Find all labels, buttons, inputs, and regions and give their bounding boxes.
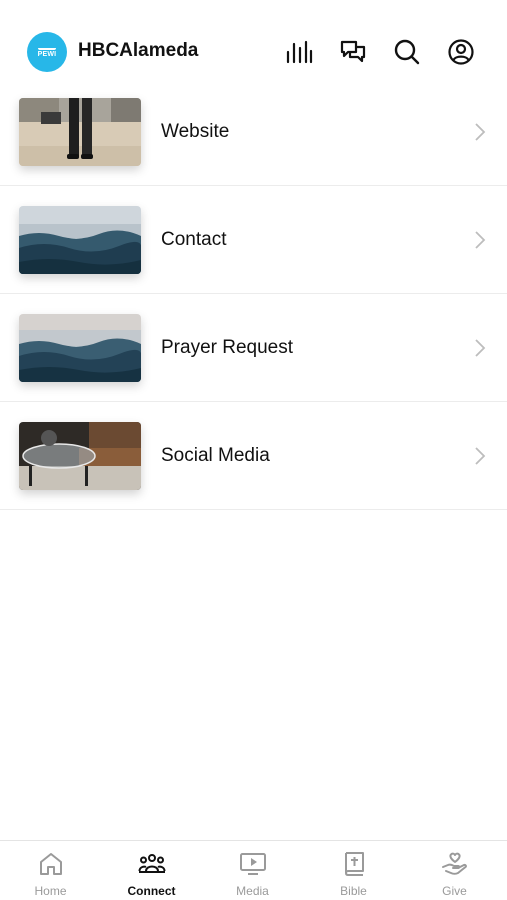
list-item-social-media[interactable]: Social Media	[0, 402, 507, 510]
chevron-right-icon	[475, 447, 486, 465]
tab-give-label: Give	[442, 884, 467, 898]
chevron-right-icon	[475, 339, 486, 357]
tab-media[interactable]: Media	[202, 841, 303, 900]
tab-home[interactable]: Home	[0, 841, 101, 900]
website-thumbnail	[19, 98, 141, 166]
chevron-right-icon	[475, 231, 486, 249]
search-icon[interactable]	[393, 38, 421, 66]
list-item-prayer-request[interactable]: Prayer Request	[0, 294, 507, 402]
social-media-label: Social Media	[161, 445, 270, 466]
tab-bible[interactable]: Bible	[303, 841, 404, 900]
tv-play-icon	[239, 853, 266, 875]
connect-list: Website Contact Prayer Request Social Me…	[0, 78, 507, 510]
chevron-right-icon	[475, 123, 486, 141]
social-media-thumbnail	[19, 422, 141, 490]
chat-icon[interactable]	[339, 38, 367, 66]
tab-bible-label: Bible	[340, 884, 367, 898]
logo-text: PEWI	[37, 50, 57, 58]
list-item-website[interactable]: Website	[0, 78, 507, 186]
bottom-tab-bar: Home Connect Media Bible Give	[0, 840, 507, 900]
contact-label: Contact	[161, 229, 227, 250]
tab-give[interactable]: Give	[404, 841, 505, 900]
tab-home-label: Home	[34, 884, 67, 898]
prayer-request-label: Prayer Request	[161, 337, 294, 358]
tab-media-label: Media	[236, 884, 269, 898]
app-title: HBCAlameda	[78, 40, 199, 61]
prayer-request-thumbnail	[19, 314, 141, 382]
list-item-contact[interactable]: Contact	[0, 186, 507, 294]
people-icon	[138, 854, 165, 873]
tab-connect-label: Connect	[127, 884, 176, 898]
audio-bars-icon[interactable]	[285, 38, 313, 66]
account-icon[interactable]	[447, 38, 475, 66]
home-icon	[39, 853, 62, 875]
contact-thumbnail	[19, 206, 141, 274]
hand-heart-icon	[441, 852, 467, 875]
website-label: Website	[161, 121, 230, 142]
bible-icon	[344, 852, 364, 876]
logo-roof-icon	[38, 46, 56, 50]
church-logo[interactable]: PEWI	[27, 32, 67, 72]
tab-connect[interactable]: Connect	[101, 841, 202, 900]
